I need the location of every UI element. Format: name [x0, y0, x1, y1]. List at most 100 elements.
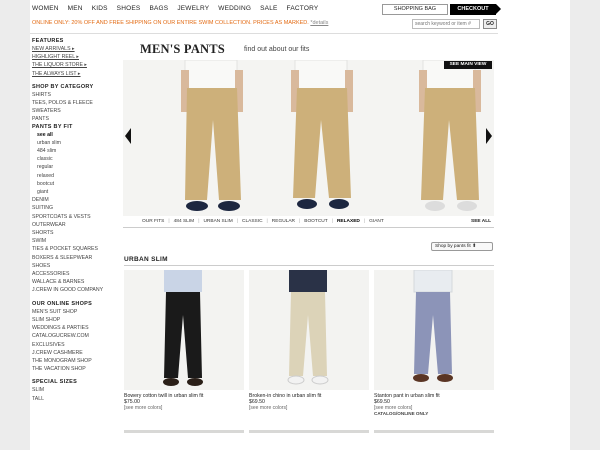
promo-banner: ONLINE ONLY: 20% OFF AND FREE SHIPPING O…	[32, 20, 328, 26]
sidebar-item-new-arrivals[interactable]: NEW ARRIVALS ▸	[32, 45, 120, 53]
divider	[124, 265, 494, 266]
fit-item-giant[interactable]: giant	[32, 188, 120, 196]
sidebar-item-shorts[interactable]: SHORTS	[32, 229, 120, 237]
category-heading: SHOP BY CATEGORY	[32, 83, 94, 90]
product-model	[163, 270, 203, 386]
product-image[interactable]	[374, 270, 494, 390]
sidebar-item-ties[interactable]: TIES & POCKET SQUARES	[32, 245, 120, 253]
fit-item-484-slim[interactable]: 484 slim	[32, 147, 120, 155]
sidebar-item-cashmere[interactable]: J.CREW CASHMERE	[32, 349, 120, 357]
see-more-colors-link[interactable]: [see more colors]	[249, 405, 369, 411]
sidebar-item-slim-shop[interactable]: SLIM SHOP	[32, 316, 120, 324]
search-input[interactable]	[412, 19, 480, 29]
nav-men[interactable]: MEN	[68, 5, 83, 17]
model-figure	[291, 60, 353, 209]
product-model	[413, 270, 453, 382]
fit-tab-classic[interactable]: CLASSIC	[242, 219, 263, 224]
nav-kids[interactable]: KIDS	[92, 5, 108, 17]
next-row-preview	[374, 430, 494, 433]
sidebar-item-tall[interactable]: TALL	[32, 395, 120, 403]
features-heading: FEATURES	[32, 38, 64, 44]
catalog-online-badge: CATALOG/ONLINE ONLY	[374, 411, 429, 416]
sort-by-fit-select[interactable]: Shop by pants fit ⬍	[431, 242, 493, 251]
fit-item-classic[interactable]: classic	[32, 155, 120, 163]
sidebar-item-swim[interactable]: SWIM	[32, 237, 120, 245]
fit-bar: OUR FITS | 484 SLIM | URBAN SLIM | CLASSIC |…	[142, 219, 388, 224]
separator: |	[198, 219, 200, 224]
sidebar-item-good-company[interactable]: J.CREW IN GOOD COMPANY	[32, 286, 120, 294]
sidebar-item-accessories[interactable]: ACCESSORIES	[32, 270, 120, 278]
prev-arrow-icon[interactable]	[125, 128, 131, 144]
model-figure	[181, 60, 243, 211]
product-card[interactable]: Broken-in chino in urban slim fit $69.50…	[249, 270, 369, 411]
promo-details-link[interactable]: *details	[310, 20, 328, 26]
separator: |	[363, 219, 366, 224]
product-card[interactable]: Stanton pant in urban slim fit $69.50 [s…	[374, 270, 494, 416]
nav-sale[interactable]: SALE	[260, 5, 277, 17]
fit-item-see-all[interactable]: see all	[32, 131, 120, 139]
separator: |	[266, 219, 268, 224]
next-row-preview	[124, 430, 244, 433]
sidebar-item-shoes[interactable]: SHOES	[32, 262, 120, 270]
sidebar-item-denim[interactable]: DENIM	[32, 196, 120, 204]
product-model	[287, 270, 329, 385]
sidebar-item-sweaters[interactable]: SWEATERS	[32, 107, 120, 115]
product-image[interactable]	[249, 270, 369, 390]
fit-item-bootcut[interactable]: bootcut	[32, 180, 120, 188]
nav-jewelry[interactable]: JEWELRY	[177, 5, 209, 17]
sidebar-item-catalog-exclusives[interactable]: CATALOGUCREW.COM EXCLUSIVES	[32, 332, 120, 348]
go-button[interactable]: GO	[483, 19, 497, 29]
sidebar-item-liquor-store[interactable]: THE LIQUOR STORE ▸	[32, 61, 120, 69]
checkout-button[interactable]: CHECKOUT	[450, 4, 501, 15]
sidebar-item-tees[interactable]: TEES, POLOS & FLEECE	[32, 99, 120, 107]
top-nav: WOMEN MEN KIDS SHOES BAGS JEWELRY WEDDIN…	[32, 5, 327, 17]
fit-tab-relaxed[interactable]: RELAXED	[337, 219, 360, 224]
sidebar-item-suit-shop[interactable]: MEN'S SUIT SHOP	[32, 308, 120, 316]
fit-tab-bootcut[interactable]: BOOTCUT	[304, 219, 327, 224]
fit-item-urban-slim[interactable]: urban slim	[32, 139, 120, 147]
nav-women[interactable]: WOMEN	[32, 5, 59, 17]
pants-fit-heading: PANTS BY FIT	[32, 123, 73, 130]
fit-tab-regular[interactable]: REGULAR	[272, 219, 295, 224]
model-figure	[419, 60, 481, 211]
fits-link[interactable]: find out about our fits	[244, 46, 309, 53]
sidebar-item-wallace-barnes[interactable]: WALLACE & BARNES	[32, 278, 120, 286]
sidebar-item-shirts[interactable]: SHIRTS	[32, 91, 120, 99]
nav-wedding[interactable]: WEDDING	[218, 5, 251, 17]
section-title: URBAN SLIM	[124, 256, 168, 263]
nav-bags[interactable]: BAGS	[149, 5, 168, 17]
nav-factory[interactable]: FACTORY	[287, 5, 319, 17]
sidebar-item-always-list[interactable]: THE ALWAYS LIST ▸	[32, 70, 120, 78]
fit-tab-484-slim[interactable]: 484 SLIM	[174, 219, 195, 224]
see-more-colors-link[interactable]: [see more colors]	[124, 405, 244, 411]
fit-tab-urban-slim[interactable]: URBAN SLIM	[203, 219, 232, 224]
hero-image	[123, 60, 494, 216]
promo-text: ONLINE ONLY: 20% OFF AND FREE SHIPPING O…	[32, 20, 309, 26]
next-row-preview	[249, 430, 369, 433]
nav-shoes[interactable]: SHOES	[117, 5, 141, 17]
see-all-link[interactable]: SEE ALL	[471, 219, 491, 224]
product-image[interactable]	[124, 270, 244, 390]
hero-models	[181, 60, 481, 211]
sidebar-item-suiting[interactable]: SUITING	[32, 204, 120, 212]
special-sizes-heading: SPECIAL SIZES	[32, 379, 78, 386]
fit-item-relaxed[interactable]: relaxed	[32, 172, 120, 180]
sidebar-item-monogram[interactable]: THE MONOGRAM SHOP	[32, 357, 120, 365]
sidebar-item-highlight-reel[interactable]: HIGHLIGHT REEL ▸	[32, 53, 120, 61]
separator: |	[331, 219, 333, 224]
sidebar-item-sportcoats[interactable]: SPORTCOATS & VESTS	[32, 213, 120, 221]
online-shops-heading: OUR ONLINE SHOPS	[32, 300, 93, 307]
fit-item-regular[interactable]: regular	[32, 163, 120, 171]
divider	[123, 227, 494, 228]
sidebar-item-pants[interactable]: PANTS	[32, 115, 120, 123]
sidebar-item-boxers[interactable]: BOXERS & SLEEPWEAR	[32, 254, 120, 262]
sidebar-item-outerwear[interactable]: OUTERWEAR	[32, 221, 120, 229]
fit-tab-giant[interactable]: GIANT	[369, 219, 384, 224]
sidebar-item-vacation[interactable]: THE VACATION SHOP	[32, 365, 120, 373]
product-card[interactable]: Bowery cotton twill in urban slim fit $7…	[124, 270, 244, 411]
sidebar-item-weddings[interactable]: WEDDINGS & PARTIES	[32, 324, 120, 332]
sidebar-item-slim[interactable]: SLIM	[32, 386, 120, 394]
see-main-view-button[interactable]: SEE MAIN VIEW	[444, 61, 492, 69]
shopping-bag-button[interactable]: SHOPPING BAG	[382, 4, 448, 15]
next-arrow-icon[interactable]	[486, 128, 492, 144]
